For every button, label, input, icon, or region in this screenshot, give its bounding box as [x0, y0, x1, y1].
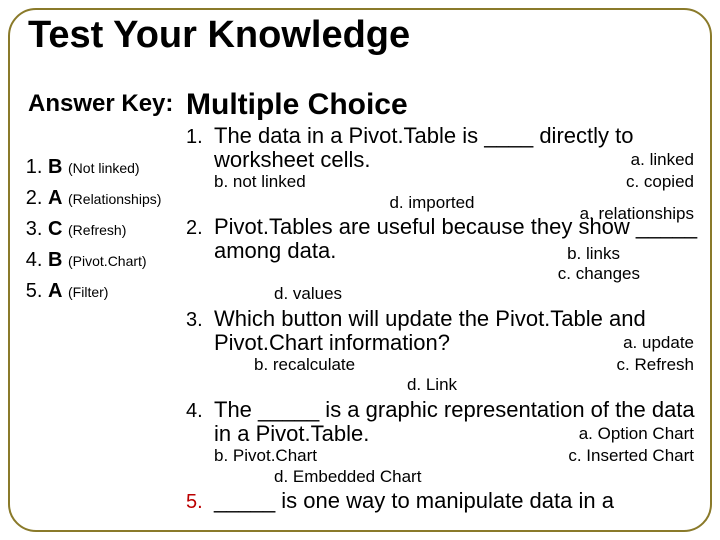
- question-stem: The data in a Pivot.Table is ____ direct…: [214, 124, 700, 172]
- option-c: c. copied: [626, 172, 694, 192]
- answer-letter: C: [48, 218, 62, 240]
- answer-note: (Relationships): [68, 191, 161, 207]
- question: 3. Which button will update the Pivot.Ta…: [186, 307, 700, 396]
- option-d: d. Embedded Chart: [274, 467, 421, 487]
- answer-key-list: B (Not linked) A (Relationships) C (Refr…: [28, 156, 176, 303]
- question: 4. The _____ is a graphic representation…: [186, 398, 700, 487]
- question: 5. _____ is one way to manipulate data i…: [186, 489, 700, 514]
- question-body: Which button will update the Pivot.Table…: [214, 307, 700, 396]
- question-stem: _____ is one way to manipulate data in a: [214, 489, 700, 513]
- question-number: 1.: [186, 124, 214, 149]
- slide: Test Your Knowledge Answer Key: B (Not l…: [0, 0, 720, 540]
- option-a: a. Option Chart: [579, 424, 694, 444]
- question: 1. The data in a Pivot.Table is ____ dir…: [186, 124, 700, 213]
- question-options: a. update b. recalculate c. Refresh d. L…: [214, 355, 700, 396]
- answer-key-item: B (Pivot.Chart): [48, 249, 176, 272]
- multiple-choice-column: Multiple Choice 1. The data in a Pivot.T…: [186, 88, 700, 516]
- question-number: 4.: [186, 398, 214, 423]
- question: 2. Pivot.Tables are useful because they …: [186, 215, 700, 305]
- question-number: 2.: [186, 215, 214, 240]
- option-b: b. recalculate: [254, 355, 355, 375]
- answer-key-heading: Answer Key:: [28, 90, 176, 118]
- option-c: c. Refresh: [617, 355, 694, 375]
- question-body: _____ is one way to manipulate data in a: [214, 489, 700, 513]
- question-body: Pivot.Tables are useful because they sho…: [214, 215, 700, 305]
- answer-key-item: C (Refresh): [48, 218, 176, 241]
- option-b: b. links: [567, 244, 620, 264]
- question-body: The data in a Pivot.Table is ____ direct…: [214, 124, 700, 213]
- answer-letter: B: [48, 156, 62, 178]
- answer-note: (Filter): [68, 284, 108, 300]
- slide-title: Test Your Knowledge: [28, 14, 410, 57]
- answer-key-item: A (Filter): [48, 280, 176, 303]
- option-b: b. not linked: [214, 172, 306, 192]
- option-d: d. Link: [407, 375, 457, 395]
- multiple-choice-heading: Multiple Choice: [186, 88, 700, 122]
- answer-key-item: A (Relationships): [48, 187, 176, 210]
- answer-note: (Pivot.Chart): [68, 253, 147, 269]
- question-number: 3.: [186, 307, 214, 332]
- answer-letter: B: [48, 249, 62, 271]
- option-c: c. changes: [558, 264, 640, 284]
- answer-key-column: Answer Key: B (Not linked) A (Relationsh…: [28, 90, 176, 311]
- option-b: b. Pivot.Chart: [214, 446, 317, 466]
- question-number: 5.: [186, 489, 214, 514]
- option-a: a. linked: [631, 150, 694, 170]
- answer-letter: A: [48, 280, 62, 302]
- option-c: c. Inserted Chart: [568, 446, 694, 466]
- answer-letter: A: [48, 187, 62, 209]
- option-d: d. imported: [389, 193, 474, 213]
- answer-note: (Refresh): [68, 222, 126, 238]
- answer-note: (Not linked): [68, 160, 140, 176]
- option-d: d. values: [274, 284, 342, 304]
- answer-key-item: B (Not linked): [48, 156, 176, 179]
- question-options: a. Option Chart b. Pivot.Chart c. Insert…: [214, 446, 700, 487]
- question-list: 1. The data in a Pivot.Table is ____ dir…: [186, 124, 700, 514]
- option-a: a. update: [623, 333, 694, 353]
- question-body: The _____ is a graphic representation of…: [214, 398, 700, 487]
